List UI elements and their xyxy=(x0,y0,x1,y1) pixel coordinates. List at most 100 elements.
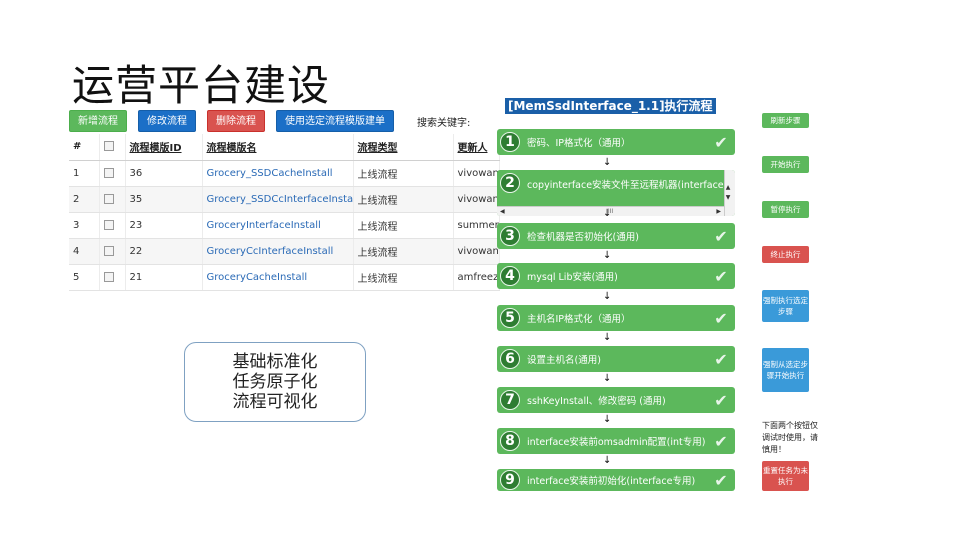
down-arrow-icon: ↓ xyxy=(603,208,612,219)
principles-callout: 基础标准化 任务原子化 流程可视化 xyxy=(184,342,366,422)
row-select-cell xyxy=(99,264,126,291)
checkmark-icon: ✔ xyxy=(714,431,728,451)
row-flow-type: 上线流程 xyxy=(353,238,454,265)
row-updater: amfreez xyxy=(453,264,500,291)
step-number-badge: 8 xyxy=(500,431,520,451)
step-label: 密码、IP格式化（通用） xyxy=(527,138,631,149)
step-number-badge: 2 xyxy=(500,173,520,193)
row-select-cell xyxy=(99,186,126,213)
down-arrow-icon: ↓ xyxy=(603,332,612,343)
template-table: # 流程模版ID 流程模版名 流程类型 更新人 1 36 Grocery_SSD… xyxy=(69,134,500,291)
table-row[interactable]: 4 22 GroceryCcInterfaceInstall 上线流程 vivo… xyxy=(69,238,500,265)
col-header-template-name[interactable]: 流程模版名 xyxy=(202,134,354,161)
row-template-id: 36 xyxy=(125,160,203,187)
row-updater: vivowan xyxy=(453,160,500,187)
row-checkbox[interactable] xyxy=(103,271,114,282)
callout-line: 流程可视化 xyxy=(232,392,318,412)
row-template-name-link[interactable]: Grocery_SSDCacheInstall xyxy=(202,160,354,187)
col-header-index: # xyxy=(69,134,100,161)
slide-title: 运营平台建设 xyxy=(72,61,331,110)
flow-step-9[interactable]: 9 interface安装前初始化(interface专用) ✔ xyxy=(497,469,735,491)
force-run-selected-button[interactable]: 强制执行选定步骤 xyxy=(762,290,809,322)
step-number-badge: 9 xyxy=(500,470,520,490)
flow-step-3[interactable]: 3 检查机器是否初始化(通用) ✔ xyxy=(497,223,735,249)
flow-step-8[interactable]: 8 interface安装前omsadmin配置(int专用) ✔ xyxy=(497,428,735,454)
row-select-cell xyxy=(99,212,126,239)
row-updater: summer xyxy=(453,212,500,239)
row-checkbox[interactable] xyxy=(103,167,114,178)
checkmark-icon: ✔ xyxy=(714,308,728,328)
flow-step-2[interactable]: 2 copyinterface安装文件至远程机器(interface) ▲ ▼ … xyxy=(497,170,735,216)
checkmark-icon: ✔ xyxy=(714,470,728,490)
step-number-badge: 5 xyxy=(500,308,520,328)
checkmark-icon: ✔ xyxy=(714,349,728,369)
force-run-from-selected-button[interactable]: 强制从选定步骤开始执行 xyxy=(762,348,809,392)
step-label: interface安装前omsadmin配置(int专用) xyxy=(527,437,706,448)
row-checkbox[interactable] xyxy=(103,193,114,204)
select-all-checkbox[interactable] xyxy=(103,141,114,152)
add-flow-button[interactable]: 新增流程 xyxy=(69,110,127,132)
scroll-right-icon[interactable]: ▶ xyxy=(716,208,721,215)
debug-warning-note: 下面两个按钮仅调试时使用，请慎用！ xyxy=(762,421,818,454)
step-vertical-scrollbar[interactable]: ▲ ▼ xyxy=(724,170,735,216)
scroll-up-icon[interactable]: ▲ xyxy=(724,184,732,192)
col-header-select-all xyxy=(99,134,126,161)
down-arrow-icon: ↓ xyxy=(603,291,612,302)
flow-step-1[interactable]: 1 密码、IP格式化（通用） ✔ xyxy=(497,129,735,155)
table-row[interactable]: 5 21 GroceryCacheInstall 上线流程 amfreez xyxy=(69,264,500,291)
stop-execution-button[interactable]: 终止执行 xyxy=(762,246,809,263)
start-execution-button[interactable]: 开始执行 xyxy=(762,156,809,173)
row-template-name-link[interactable]: Grocery_SSDCcInterfaceInstall xyxy=(202,186,354,213)
table-row[interactable]: 2 35 Grocery_SSDCcInterfaceInstall 上线流程 … xyxy=(69,186,500,213)
table-row[interactable]: 3 23 GroceryInterfaceInstall 上线流程 summer xyxy=(69,212,500,239)
checkmark-icon: ✔ xyxy=(714,132,728,152)
checkmark-icon: ✔ xyxy=(714,390,728,410)
row-flow-type: 上线流程 xyxy=(353,186,454,213)
edit-flow-button[interactable]: 修改流程 xyxy=(138,110,196,132)
col-header-flow-type[interactable]: 流程类型 xyxy=(353,134,454,161)
row-flow-type: 上线流程 xyxy=(353,212,454,239)
flow-step-6[interactable]: 6 设置主机名(通用) ✔ xyxy=(497,346,735,372)
row-flow-type: 上线流程 xyxy=(353,160,454,187)
row-select-cell xyxy=(99,238,126,265)
row-flow-type: 上线流程 xyxy=(353,264,454,291)
flow-step-4[interactable]: 4 mysql Lib安装(通用) ✔ xyxy=(497,263,735,289)
step-number-badge: 1 xyxy=(500,132,520,152)
down-arrow-icon: ↓ xyxy=(603,373,612,384)
row-checkbox[interactable] xyxy=(103,245,114,256)
flow-step-7[interactable]: 7 sshKeyInstall、修改密码 (通用) ✔ xyxy=(497,387,735,413)
pause-execution-button[interactable]: 暂停执行 xyxy=(762,201,809,218)
checkmark-icon: ✔ xyxy=(714,226,728,246)
down-arrow-icon: ↓ xyxy=(603,250,612,261)
row-template-name-link[interactable]: GroceryCcInterfaceInstall xyxy=(202,238,354,265)
callout-line: 基础标准化 xyxy=(232,352,318,372)
col-header-updater[interactable]: 更新人 xyxy=(453,134,500,161)
col-header-template-id[interactable]: 流程模版ID xyxy=(125,134,203,161)
flow-step-5[interactable]: 5 主机名IP格式化（通用） ✔ xyxy=(497,305,735,331)
search-keyword-label: 搜索关键字: xyxy=(417,117,471,129)
row-select-cell xyxy=(99,160,126,187)
row-template-name-link[interactable]: GroceryInterfaceInstall xyxy=(202,212,354,239)
refresh-steps-button[interactable]: 刷新步骤 xyxy=(762,113,809,128)
step-label: mysql Lib安装(通用) xyxy=(527,272,618,283)
scroll-down-icon[interactable]: ▼ xyxy=(724,194,732,202)
step-label: sshKeyInstall、修改密码 (通用) xyxy=(527,396,666,407)
callout-line: 任务原子化 xyxy=(232,372,318,392)
step-label: 检查机器是否初始化(通用) xyxy=(527,232,639,243)
row-index: 1 xyxy=(69,160,100,187)
create-from-template-button[interactable]: 使用选定流程模版建单 xyxy=(276,110,394,132)
scroll-left-icon[interactable]: ◀ xyxy=(500,208,505,215)
table-header-row: # 流程模版ID 流程模版名 流程类型 更新人 xyxy=(69,134,500,161)
table-row[interactable]: 1 36 Grocery_SSDCacheInstall 上线流程 vivowa… xyxy=(69,160,500,187)
row-template-id: 35 xyxy=(125,186,203,213)
row-index: 4 xyxy=(69,238,100,265)
down-arrow-icon: ↓ xyxy=(603,414,612,425)
delete-flow-button[interactable]: 删除流程 xyxy=(207,110,265,132)
row-index: 3 xyxy=(69,212,100,239)
step-number-badge: 6 xyxy=(500,349,520,369)
row-template-name-link[interactable]: GroceryCacheInstall xyxy=(202,264,354,291)
reset-task-button[interactable]: 重置任务为未执行 xyxy=(762,461,809,491)
step-label: copyinterface安装文件至远程机器(interface) xyxy=(527,180,728,191)
row-checkbox[interactable] xyxy=(103,219,114,230)
row-index: 2 xyxy=(69,186,100,213)
